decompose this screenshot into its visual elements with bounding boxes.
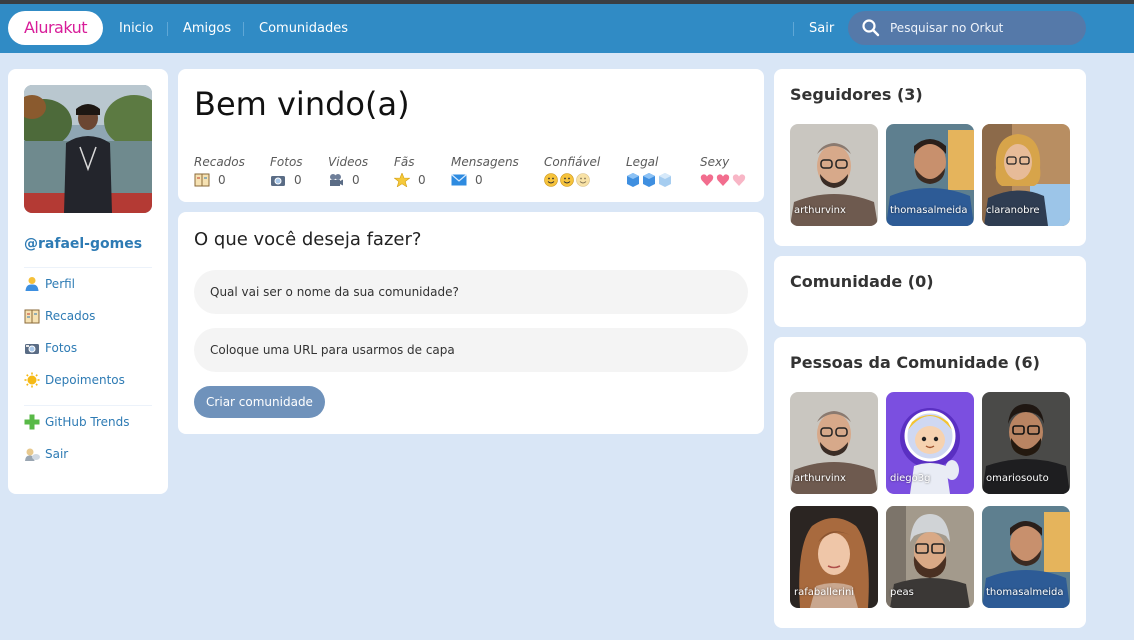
nav-divider	[167, 22, 168, 36]
person-card[interactable]: rafaballerini	[790, 506, 878, 608]
community-people-panel: Pessoas da Comunidade (6) arthurvinx die…	[774, 337, 1086, 628]
welcome-panel: Bem vindo(a) Recados 0 Fotos 0 Videos 0 …	[178, 69, 764, 202]
menu-item-depoimentos[interactable]: Depoimentos	[24, 371, 125, 389]
stat-recados[interactable]: Recados 0	[194, 155, 245, 189]
menu-item-label: Fotos	[45, 341, 78, 355]
book-icon	[24, 308, 40, 324]
nav-inicio[interactable]: Inicio	[119, 4, 153, 53]
stat-legal[interactable]: Legal	[626, 155, 674, 189]
welcome-title: Bem vindo(a)	[194, 85, 410, 123]
logout-icon	[24, 446, 40, 462]
user-icon	[24, 276, 40, 292]
community-name-input[interactable]	[194, 270, 748, 314]
heart-icon-rating	[700, 171, 748, 189]
stat-sexy[interactable]: Sexy	[700, 155, 748, 189]
stat-fas[interactable]: Fãs 0	[393, 155, 426, 189]
video-camera-icon	[328, 173, 344, 187]
menu-item-github-trends[interactable]: GitHub Trends	[24, 413, 130, 431]
menu-item-recados[interactable]: Recados	[24, 307, 95, 325]
top-navigation-bar: Alurakut Inicio Amigos Comunidades Sair	[0, 4, 1134, 53]
person-name: thomasalmeida	[986, 587, 1064, 598]
divider	[24, 405, 152, 406]
follower-name: arthurvinx	[794, 205, 846, 216]
sun-icon	[24, 372, 40, 388]
mail-icon	[451, 173, 467, 187]
smiley-icon-rating	[544, 171, 600, 189]
search-input[interactable]	[890, 11, 1080, 45]
menu-item-perfil[interactable]: Perfil	[24, 275, 75, 293]
nav-amigos[interactable]: Amigos	[183, 4, 231, 53]
profile-username[interactable]: @rafael-gomes	[24, 236, 142, 252]
follower-name: thomasalmeida	[890, 205, 968, 216]
follower-card[interactable]: arthurvinx	[790, 124, 878, 226]
stat-value: 0	[294, 173, 302, 187]
communities-title: Comunidade (0)	[790, 272, 934, 291]
community-people-title: Pessoas da Comunidade (6)	[790, 353, 1040, 372]
person-name: arthurvinx	[794, 473, 846, 484]
follower-card[interactable]: claranobre	[982, 124, 1070, 226]
follower-card[interactable]: thomasalmeida	[886, 124, 974, 226]
menu-item-label: Recados	[45, 309, 96, 323]
ice-cube-icon-rating	[626, 171, 674, 189]
menu-item-label: Perfil	[45, 277, 76, 291]
stat-value: 0	[352, 173, 360, 187]
person-card[interactable]: arthurvinx	[790, 392, 878, 494]
profile-avatar[interactable]	[24, 85, 152, 213]
menu-item-fotos[interactable]: Fotos	[24, 339, 77, 357]
search-bar[interactable]	[848, 11, 1086, 45]
community-cover-url-input[interactable]	[194, 328, 748, 372]
person-card[interactable]: thomasalmeida	[982, 506, 1070, 608]
person-name: omariosouto	[986, 473, 1049, 484]
book-icon	[194, 173, 210, 187]
divider	[24, 267, 152, 268]
plus-icon	[24, 414, 40, 430]
communities-panel: Comunidade (0)	[774, 256, 1086, 327]
star-icon	[393, 172, 411, 188]
menu-item-sair[interactable]: Sair	[24, 445, 68, 463]
camera-icon	[24, 340, 40, 356]
stat-value: 0	[475, 173, 483, 187]
stat-fotos[interactable]: Fotos 0	[270, 155, 303, 189]
person-card[interactable]: diego3g	[886, 392, 974, 494]
search-icon	[862, 19, 880, 37]
nav-divider	[793, 22, 794, 36]
stat-videos[interactable]: Videos 0	[328, 155, 368, 189]
create-community-panel: O que você deseja fazer? Criar comunidad…	[178, 212, 764, 434]
alurakut-logo[interactable]: Alurakut	[8, 11, 103, 45]
person-name: diego3g	[890, 473, 931, 484]
person-card[interactable]: peas	[886, 506, 974, 608]
stat-confiavel[interactable]: Confiável	[544, 155, 600, 189]
nav-comunidades[interactable]: Comunidades	[259, 4, 348, 53]
followers-panel: Seguidores (3) arthurvinx thomasalmeida	[774, 69, 1086, 246]
person-name: rafaballerini	[794, 587, 855, 598]
followers-title: Seguidores (3)	[790, 85, 923, 104]
create-community-title: O que você deseja fazer?	[194, 229, 422, 250]
profile-sidebar: @rafael-gomes Perfil Recados Fotos Depoi…	[8, 69, 168, 494]
nav-divider	[243, 22, 244, 36]
menu-item-label: GitHub Trends	[45, 415, 130, 429]
stat-value: 0	[218, 173, 226, 187]
stat-value: 0	[418, 173, 426, 187]
follower-name: claranobre	[986, 205, 1040, 216]
logout-link[interactable]: Sair	[809, 4, 834, 53]
person-name: peas	[890, 587, 914, 598]
menu-item-label: Depoimentos	[45, 373, 125, 387]
person-card[interactable]: omariosouto	[982, 392, 1070, 494]
stat-mensagens[interactable]: Mensagens 0	[451, 155, 519, 189]
create-community-button[interactable]: Criar comunidade	[194, 386, 325, 418]
menu-item-label: Sair	[45, 447, 69, 461]
camera-icon	[270, 173, 286, 187]
